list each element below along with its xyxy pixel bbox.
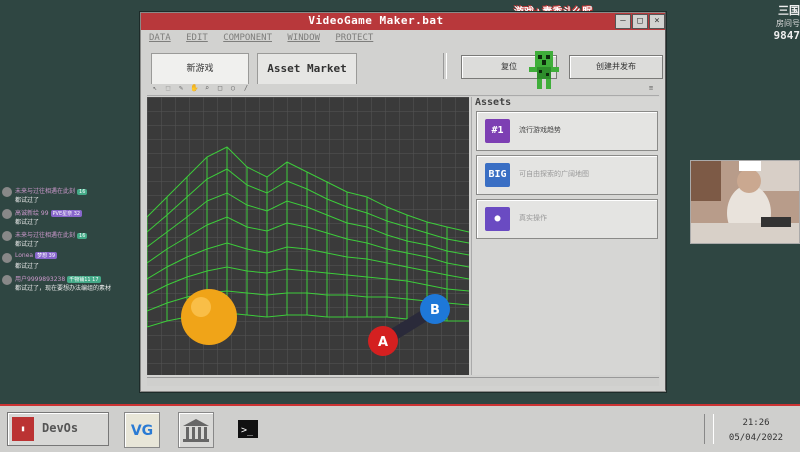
- clock-date: 05/04/2022: [728, 433, 784, 443]
- assets-title: Assets: [475, 97, 512, 108]
- minimize-button[interactable]: –: [615, 14, 631, 29]
- window-titlebar[interactable]: VideoGame Maker.bat – □ ×: [141, 13, 665, 30]
- room-number: 9847: [773, 29, 800, 42]
- chat-username: 未来与过往相遇在此刻: [15, 188, 76, 195]
- status-bar: [147, 377, 659, 386]
- channel-logo-mark: 三国: [778, 4, 800, 17]
- chat-text: 都试过了: [15, 241, 40, 248]
- chat-message: 高诚新绘 99 PVE星奈 32 都试过了: [2, 208, 137, 230]
- chat-username: 用户9999893238: [15, 276, 66, 283]
- gamepad-icon: ●: [485, 207, 510, 231]
- window-title: VideoGame Maker.bat: [308, 14, 444, 27]
- trending-rank-icon: #1: [485, 119, 510, 143]
- close-button[interactable]: ×: [649, 14, 665, 29]
- start-label: DevOs: [42, 421, 79, 435]
- circle-tool-icon[interactable]: ○: [229, 84, 237, 92]
- devos-logo-icon: ▮: [12, 417, 34, 441]
- start-button[interactable]: ▮ DevOs: [7, 412, 109, 446]
- editor-toolbar: ↖ ⬚ ✎ ✋ ⌕ □ ○ / ≡: [147, 83, 659, 96]
- svg-text:A: A: [378, 335, 388, 350]
- level-badge: 梦想 39: [35, 252, 58, 259]
- chat-username: 未来与过往相遇在此刻: [15, 232, 76, 239]
- menu-edit[interactable]: EDIT: [186, 33, 208, 43]
- maximize-button[interactable]: □: [632, 14, 648, 29]
- level-badge: 16: [77, 189, 88, 195]
- svg-text:>_: >_: [241, 425, 254, 436]
- avatar: [2, 231, 12, 241]
- menu-icon[interactable]: ≡: [647, 84, 655, 92]
- toolbar-separator: [443, 53, 447, 79]
- level-badge: 16: [77, 233, 88, 239]
- avatar: [2, 253, 12, 263]
- avatar: [2, 275, 12, 285]
- cursor-tool-icon[interactable]: ↖: [151, 84, 159, 92]
- select-tool-icon[interactable]: ⬚: [164, 84, 172, 92]
- window-shadow-divider: [665, 12, 672, 390]
- webcam-feed: [690, 160, 800, 244]
- tray-divider: [704, 414, 714, 444]
- menu-component[interactable]: COMPONENT: [223, 33, 272, 43]
- system-clock[interactable]: 21:26 05/04/2022: [716, 416, 796, 446]
- asset-label: 真实操作: [519, 214, 547, 222]
- assets-panel: Assets #1 流行游戏趋势 BIG 可自由探索的广阔地图 ● 真实操作: [471, 97, 660, 375]
- room-label: 房间号: [776, 19, 800, 28]
- chat-message: 未来与过往相遇在此刻 16 都试过了: [2, 230, 137, 252]
- asset-card-real-controls[interactable]: ● 真实操作: [476, 199, 658, 239]
- chat-message: 用户9999893238 千物铺11 17 都试过了，现在要想办法编组的素材: [2, 274, 137, 296]
- level-badge: PVE星奈 32: [50, 210, 83, 217]
- level-badge: 千物铺11 17: [67, 276, 101, 283]
- terminal-task-icon[interactable]: >_: [232, 412, 266, 446]
- editor-canvas[interactable]: A B: [147, 97, 469, 375]
- asset-card-open-map[interactable]: BIG 可自由探索的广阔地图: [476, 155, 658, 195]
- asset-label: 可自由探索的广阔地图: [519, 170, 589, 178]
- chat-username: Lonea: [15, 252, 34, 259]
- chat-message: Lonea 梦想 39 都试过了: [2, 252, 137, 274]
- channel-logo: 三国 房间号 9847: [762, 2, 800, 42]
- menubar: DATA EDIT COMPONENT WINDOW PROTECT: [149, 33, 383, 45]
- lasso-tool-icon[interactable]: ✎: [177, 84, 185, 92]
- asset-label: 流行游戏趋势: [519, 126, 561, 134]
- tab-new-game[interactable]: 新游戏: [151, 53, 249, 84]
- rect-tool-icon[interactable]: □: [216, 84, 224, 92]
- menu-window[interactable]: WINDOW: [287, 33, 320, 43]
- avatar: [2, 187, 12, 197]
- videogame-maker-window: VideoGame Maker.bat – □ × DATA EDIT COMP…: [140, 12, 666, 392]
- chat-username: 高诚新绘 99: [15, 210, 49, 217]
- big-map-icon: BIG: [485, 163, 510, 187]
- chat-text: 都试过了: [15, 263, 40, 270]
- orange-ball-sprite: [181, 289, 237, 345]
- zoom-tool-icon[interactable]: ⌕: [203, 84, 211, 92]
- asset-card-trending[interactable]: #1 流行游戏趋势: [476, 111, 658, 151]
- menu-data[interactable]: DATA: [149, 33, 171, 43]
- wireframe-terrain: A B: [147, 97, 469, 375]
- clock-time: 21:26: [742, 418, 770, 428]
- menu-protect[interactable]: PROTECT: [335, 33, 373, 43]
- create-publish-button[interactable]: 创建并发布: [569, 55, 663, 79]
- svg-text:VG: VG: [131, 423, 153, 439]
- live-chat: 未来与过往相遇在此刻 16 都试过了 高诚新绘 99 PVE星奈 32 都试过了 未…: [2, 186, 137, 296]
- hand-tool-icon[interactable]: ✋: [190, 84, 199, 92]
- vg-maker-task-icon[interactable]: VG: [124, 412, 160, 448]
- tab-asset-market[interactable]: Asset Market: [257, 53, 357, 84]
- chat-text: 都试过了: [15, 219, 40, 226]
- line-tool-icon[interactable]: /: [242, 84, 250, 92]
- avatar: [2, 209, 12, 219]
- chat-message: 未来与过往相遇在此刻 16 都试过了: [2, 186, 137, 208]
- svg-text:B: B: [430, 303, 440, 318]
- taskbar: ▮ DevOs VG >_ 21:26 05/04/2022: [0, 404, 800, 452]
- bank-task-icon[interactable]: [178, 412, 214, 448]
- chat-text: 都试过了，现在要想办法编组的素材: [15, 285, 112, 292]
- chat-text: 都试过了: [15, 197, 40, 204]
